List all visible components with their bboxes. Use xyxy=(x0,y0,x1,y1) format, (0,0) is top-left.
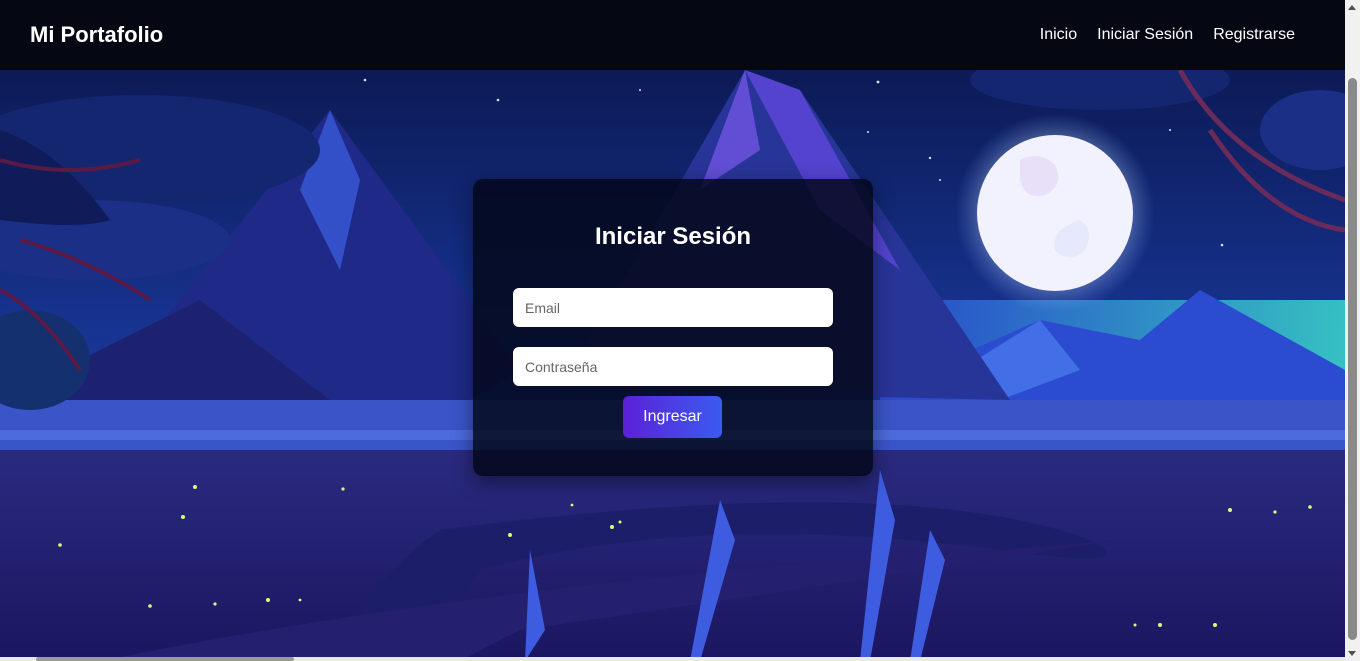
vertical-scrollbar-thumb[interactable] xyxy=(1348,78,1357,640)
login-card: Iniciar Sesión Ingresar xyxy=(473,179,873,476)
login-title: Iniciar Sesión xyxy=(594,223,752,250)
password-input[interactable] xyxy=(513,347,833,386)
vertical-scrollbar[interactable] xyxy=(1345,0,1360,661)
horizontal-scrollbar-thumb[interactable] xyxy=(36,657,294,661)
scroll-down-arrow-icon[interactable] xyxy=(1348,651,1356,656)
nav-link-inicio[interactable]: Inicio xyxy=(1040,26,1077,44)
login-submit-button[interactable]: Ingresar xyxy=(623,396,722,438)
navbar: Mi Portafolio Inicio Iniciar Sesión Regi… xyxy=(0,0,1345,70)
nav-links: Inicio Iniciar Sesión Registrarse xyxy=(1040,26,1295,44)
brand-logo-text[interactable]: Mi Portafolio xyxy=(30,22,163,48)
nav-link-iniciar-sesion[interactable]: Iniciar Sesión xyxy=(1097,26,1193,44)
horizontal-scrollbar[interactable] xyxy=(0,657,1345,661)
scroll-up-arrow-icon[interactable] xyxy=(1348,5,1356,10)
email-input[interactable] xyxy=(513,288,833,327)
nav-link-registrarse[interactable]: Registrarse xyxy=(1213,26,1295,44)
